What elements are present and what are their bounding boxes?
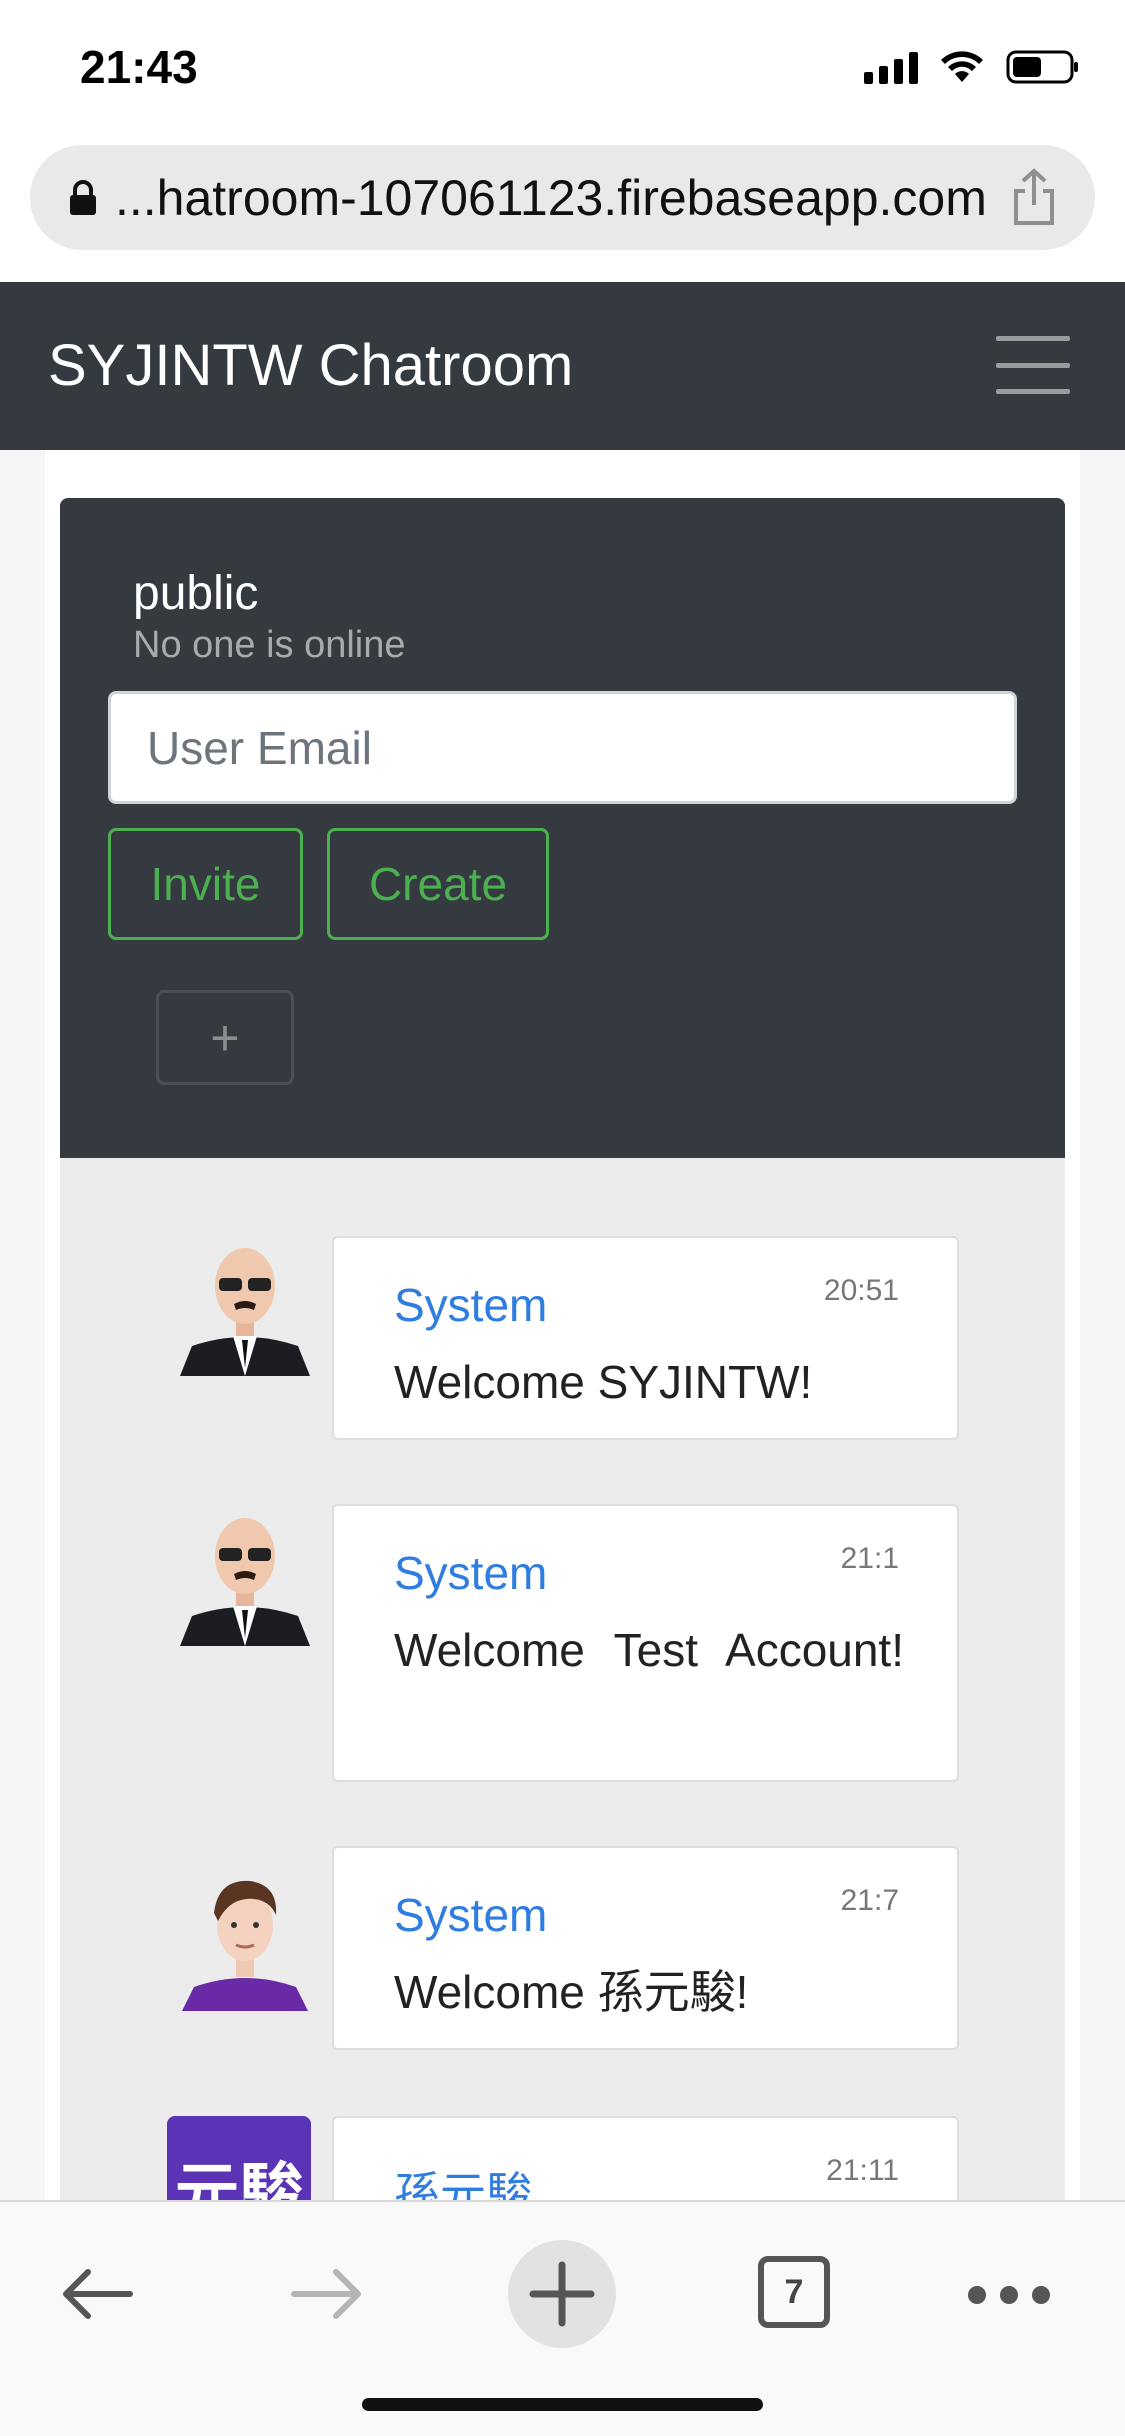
share-icon[interactable] [1011, 167, 1057, 227]
menu-toggle-icon[interactable] [996, 334, 1070, 396]
cellular-signal-icon [864, 50, 918, 84]
navbar-brand[interactable]: SYJINTW Chatroom [48, 332, 573, 399]
room-card: public No one is online Invite Create + [60, 498, 1065, 1158]
avatar [180, 1248, 310, 1376]
message-author[interactable]: 孫元駿 [394, 2158, 532, 2200]
forward-arrow-icon[interactable] [290, 2266, 366, 2322]
message-time: 20:51 [823, 1274, 899, 1307]
avatar [180, 1518, 310, 1646]
message-time: 21:11 [826, 2154, 899, 2187]
url-bar[interactable]: ...hatroom-107061123.firebaseapp.com [30, 145, 1095, 250]
message-time: 21:7 [840, 1884, 899, 1917]
battery-icon [1006, 50, 1078, 84]
message-card: System 21:7 Welcome 孫元駿! [332, 1846, 959, 2050]
message-card: 孫元駿 21:11 [332, 2116, 959, 2200]
message-card: System 20:51 Welcome SYJINTW! [332, 1236, 959, 1440]
status-time: 21:43 [80, 41, 198, 93]
message-time: 21:1 [840, 1542, 899, 1575]
home-indicator [362, 2398, 763, 2411]
message-author[interactable]: System [394, 1278, 547, 1332]
user-email-input[interactable] [108, 691, 1017, 804]
wifi-icon [941, 51, 983, 82]
message-author[interactable]: System [394, 1888, 547, 1942]
create-button[interactable]: Create [327, 828, 549, 940]
add-room-button[interactable]: + [156, 990, 294, 1085]
status-bar: 21:43 [0, 0, 1125, 135]
url-text: ...hatroom-107061123.firebaseapp.com [115, 170, 987, 226]
message-author[interactable]: System [394, 1546, 547, 1600]
back-arrow-icon[interactable] [58, 2266, 134, 2322]
room-name: public [133, 567, 259, 620]
message-text: Welcome Test Account! [394, 1624, 904, 1676]
message-text: Welcome SYJINTW! [394, 1356, 813, 1408]
navbar: SYJINTW Chatroom [0, 282, 1125, 450]
message-list[interactable]: System 20:51 Welcome SYJINTW! System 21:… [60, 1158, 1065, 2200]
status-icons [864, 50, 1080, 84]
new-tab-button[interactable] [508, 2240, 616, 2348]
invite-button[interactable]: Invite [108, 828, 303, 940]
avatar: 元駿 [167, 2116, 311, 2200]
tabs-count-button[interactable]: 7 [758, 2256, 830, 2328]
plus-icon [529, 2261, 595, 2327]
room-online-status: No one is online [133, 624, 406, 666]
more-options-icon[interactable] [968, 2286, 1050, 2304]
avatar [182, 1880, 308, 2011]
message-text: Welcome 孫元駿! [394, 1966, 749, 2018]
lock-icon [70, 180, 96, 215]
message-card: System 21:1 Welcome Test Account! [332, 1504, 959, 1782]
